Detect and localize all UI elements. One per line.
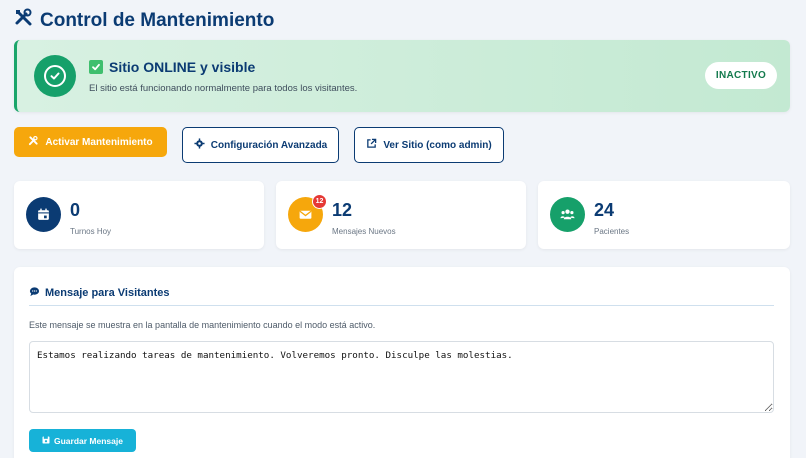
- page-title-text: Control de Mantenimiento: [40, 10, 275, 31]
- stat-value: 12: [332, 200, 353, 220]
- stat-label: Mensajes Nuevos: [332, 227, 396, 236]
- advanced-config-button[interactable]: Configuración Avanzada: [182, 127, 339, 163]
- stat-value: 0: [70, 200, 81, 220]
- save-message-label: Guardar Mensaje: [54, 435, 123, 446]
- view-site-button[interactable]: Ver Sitio (como admin): [354, 127, 504, 163]
- panel-title-text: Mensaje para Visitantes: [45, 287, 170, 299]
- visitor-message-input[interactable]: Estamos realizando tareas de mantenimien…: [29, 341, 774, 413]
- stat-card-messages: 12 12 Mensajes Nuevos: [276, 181, 526, 249]
- stat-label: Pacientes: [594, 227, 630, 236]
- activate-maintenance-label: Activar Mantenimiento: [45, 136, 153, 148]
- status-title: Sitio ONLINE y visible: [89, 59, 255, 75]
- stat-label: Turnos Hoy: [70, 227, 112, 236]
- activate-maintenance-button[interactable]: Activar Mantenimiento: [14, 127, 167, 157]
- tools-icon: [28, 135, 39, 149]
- divider: [29, 305, 774, 306]
- status-title-text: Sitio ONLINE y visible: [109, 59, 256, 75]
- panel-title: Mensaje para Visitantes: [29, 286, 170, 300]
- maintenance-status-toggle[interactable]: INACTIVO: [705, 62, 777, 89]
- calendar-icon: [26, 197, 61, 232]
- stat-card-appointments: 0 Turnos Hoy: [14, 181, 264, 249]
- notification-badge: 12: [312, 194, 327, 209]
- status-description: El sitio está funcionando normalmente pa…: [89, 83, 358, 94]
- visitor-message-panel: Mensaje para Visitantes Este mensaje se …: [14, 267, 790, 458]
- status-banner: Sitio ONLINE y visible El sitio está fun…: [14, 40, 790, 112]
- stat-card-patients: 24 Pacientes: [538, 181, 790, 249]
- panel-description: Este mensaje se muestra en la pantalla d…: [29, 320, 376, 330]
- tools-icon: [14, 8, 34, 34]
- page-title: Control de Mantenimiento: [14, 8, 274, 34]
- advanced-config-label: Configuración Avanzada: [210, 139, 328, 151]
- stat-value: 24: [594, 200, 615, 220]
- save-icon: [42, 436, 50, 446]
- view-site-label: Ver Sitio (como admin): [383, 139, 492, 151]
- users-icon: [550, 197, 585, 232]
- comment-icon: [29, 286, 40, 300]
- check-circle-icon: [34, 55, 76, 97]
- check-box-icon: [89, 60, 103, 74]
- gear-icon: [194, 138, 205, 152]
- save-message-button[interactable]: Guardar Mensaje: [29, 429, 136, 452]
- external-link-icon: [366, 138, 377, 152]
